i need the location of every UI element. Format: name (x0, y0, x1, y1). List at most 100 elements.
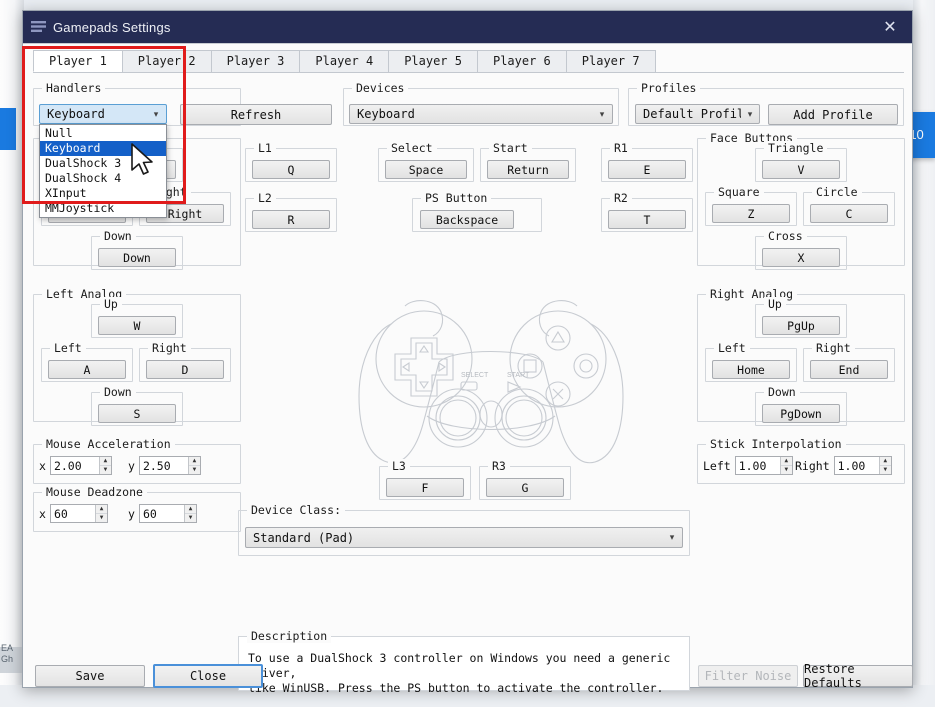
device-class-label: Device Class: (247, 503, 346, 517)
refresh-button[interactable]: Refresh (180, 104, 332, 125)
window-client-area: Player 1 Player 2 Player 3 Player 4 Play… (23, 43, 913, 695)
tab-player-3[interactable]: Player 3 (210, 50, 301, 72)
device-class-combo[interactable]: Standard (Pad) ▾ (245, 527, 683, 548)
chevron-down-icon: ▾ (153, 108, 159, 119)
handlers-group-label: Handlers (42, 81, 106, 95)
mouse-deadzone-y-stepper[interactable]: ▲ ▼ (138, 504, 197, 523)
stick-interp-left-row: Left ▲ ▼ (703, 456, 793, 475)
mouse-accel-y-row: y ▲ ▼ (128, 456, 201, 475)
stick-interp-left-stepper[interactable]: ▲ ▼ (734, 456, 793, 475)
chevron-down-icon: ▾ (599, 108, 605, 119)
spin-down-icon[interactable]: ▼ (781, 466, 792, 475)
circle-key[interactable]: C (810, 204, 888, 223)
dpad-down-key[interactable]: Down (98, 248, 176, 267)
spin-up-icon[interactable]: ▲ (100, 457, 111, 466)
mouse-accel-y-input[interactable] (139, 457, 189, 474)
right-analog-up-key[interactable]: PgUp (762, 316, 840, 335)
mouse-deadzone-y-spin-buttons[interactable]: ▲ ▼ (184, 505, 196, 522)
handlers-dropdown-list[interactable]: Null Keyboard DualShock 3 DualShock 4 XI… (39, 124, 167, 218)
right-analog-right-key[interactable]: End (810, 360, 888, 379)
l1-label: L1 (254, 141, 276, 155)
mouse-accel-x-input[interactable] (50, 457, 100, 474)
r2-label: R2 (610, 191, 632, 205)
r1-key[interactable]: E (608, 160, 686, 179)
tab-player-5[interactable]: Player 5 (388, 50, 478, 72)
mouse-deadzone-y-input[interactable] (139, 505, 185, 522)
l2-key[interactable]: R (252, 210, 330, 229)
mouse-accel-x-spin-buttons[interactable]: ▲ ▼ (99, 457, 111, 474)
handlers-option-xinput[interactable]: XInput (40, 186, 166, 201)
stick-interp-right-label: Right (795, 458, 830, 473)
close-icon[interactable]: ✕ (868, 11, 912, 43)
description-box: Description To use a DualShock 3 control… (238, 629, 690, 695)
desktop-left-edge (0, 0, 24, 707)
save-button[interactable]: Save (35, 665, 145, 687)
restore-defaults-button[interactable]: Restore Defaults (803, 662, 913, 690)
spin-up-icon[interactable]: ▲ (185, 505, 196, 514)
l1-key[interactable]: Q (252, 160, 330, 179)
stick-interp-left-input[interactable] (735, 457, 780, 474)
left-analog-right-key[interactable]: D (146, 360, 224, 379)
chevron-down-icon: ▾ (747, 108, 753, 119)
ps-button-key[interactable]: Backspace (420, 210, 514, 229)
player-tabbar: Player 1 Player 2 Player 3 Player 4 Play… (33, 49, 904, 73)
stick-interp-right-stepper[interactable]: ▲ ▼ (833, 456, 892, 475)
spin-up-icon[interactable]: ▲ (780, 457, 792, 466)
left-analog-left-key[interactable]: A (48, 360, 126, 379)
mouse-deadzone-x-spin-buttons[interactable]: ▲ ▼ (95, 505, 107, 522)
handlers-option-dualshock-3[interactable]: DualShock 3 (40, 156, 166, 171)
dpad-down-label: Down (100, 229, 136, 243)
spin-up-icon[interactable]: ▲ (189, 457, 200, 466)
spin-down-icon[interactable]: ▼ (100, 466, 111, 475)
spin-down-icon[interactable]: ▼ (189, 466, 200, 475)
l3-key[interactable]: F (386, 478, 464, 497)
handlers-option-mmjoystick[interactable]: MMJoystick (40, 201, 166, 216)
right-analog-down-label: Down (764, 385, 800, 399)
handlers-option-keyboard[interactable]: Keyboard (40, 141, 166, 156)
profiles-combo[interactable]: Default Profile ▾ (635, 104, 760, 124)
start-key[interactable]: Return (487, 160, 569, 179)
square-key[interactable]: Z (712, 204, 790, 223)
close-button[interactable]: Close (153, 664, 263, 688)
right-analog-down-key[interactable]: PgDown (762, 404, 840, 423)
tab-player-7[interactable]: Player 7 (565, 50, 656, 72)
handlers-option-dualshock-4[interactable]: DualShock 4 (40, 171, 166, 186)
tab-player-4[interactable]: Player 4 (299, 50, 390, 72)
stick-interpolation-label: Stick Interpolation (706, 437, 846, 451)
devices-combo[interactable]: Keyboard ▾ (349, 104, 613, 124)
handlers-option-null[interactable]: Null (40, 126, 166, 141)
spin-down-icon[interactable]: ▼ (880, 466, 891, 475)
mouse-deadzone-x-stepper[interactable]: ▲ ▼ (49, 504, 108, 523)
filter-noise-button: Filter Noise (698, 665, 798, 687)
left-analog-down-key[interactable]: S (98, 404, 176, 423)
mouse-deadzone-x-label: x (39, 506, 46, 521)
spin-down-icon[interactable]: ▼ (96, 514, 107, 523)
right-analog-left-key[interactable]: Home (712, 360, 790, 379)
select-key[interactable]: Space (385, 160, 467, 179)
cross-label: Cross (764, 229, 807, 243)
spin-up-icon[interactable]: ▲ (96, 505, 107, 514)
mouse-accel-x-stepper[interactable]: ▲ ▼ (49, 456, 112, 475)
tab-player-2[interactable]: Player 2 (121, 50, 212, 72)
hamburger-icon[interactable] (23, 20, 53, 34)
mouse-accel-y-stepper[interactable]: ▲ ▼ (138, 456, 201, 475)
r2-key[interactable]: T (608, 210, 686, 229)
add-profile-button[interactable]: Add Profile (768, 104, 898, 125)
left-analog-up-key[interactable]: W (98, 316, 176, 335)
devices-group-label: Devices (352, 81, 409, 95)
stick-interp-left-spin-buttons[interactable]: ▲ ▼ (779, 457, 792, 475)
mouse-deadzone-x-input[interactable] (50, 505, 96, 522)
stick-interp-right-input[interactable] (834, 457, 879, 474)
spin-up-icon[interactable]: ▲ (879, 457, 891, 466)
tab-player-1[interactable]: Player 1 (33, 50, 123, 72)
stick-interp-right-spin-buttons[interactable]: ▲ ▼ (878, 457, 891, 475)
triangle-key[interactable]: V (762, 160, 840, 179)
desktop-right-edge (913, 0, 935, 707)
handlers-combo[interactable]: Keyboard ▾ (39, 104, 167, 124)
tab-player-6[interactable]: Player 6 (476, 50, 567, 72)
cross-key[interactable]: X (762, 248, 840, 267)
r3-key[interactable]: G (486, 478, 564, 497)
spin-down-icon[interactable]: ▼ (185, 514, 196, 523)
mouse-accel-y-spin-buttons[interactable]: ▲ ▼ (188, 457, 200, 474)
mouse-deadzone-label: Mouse Deadzone (42, 485, 147, 499)
